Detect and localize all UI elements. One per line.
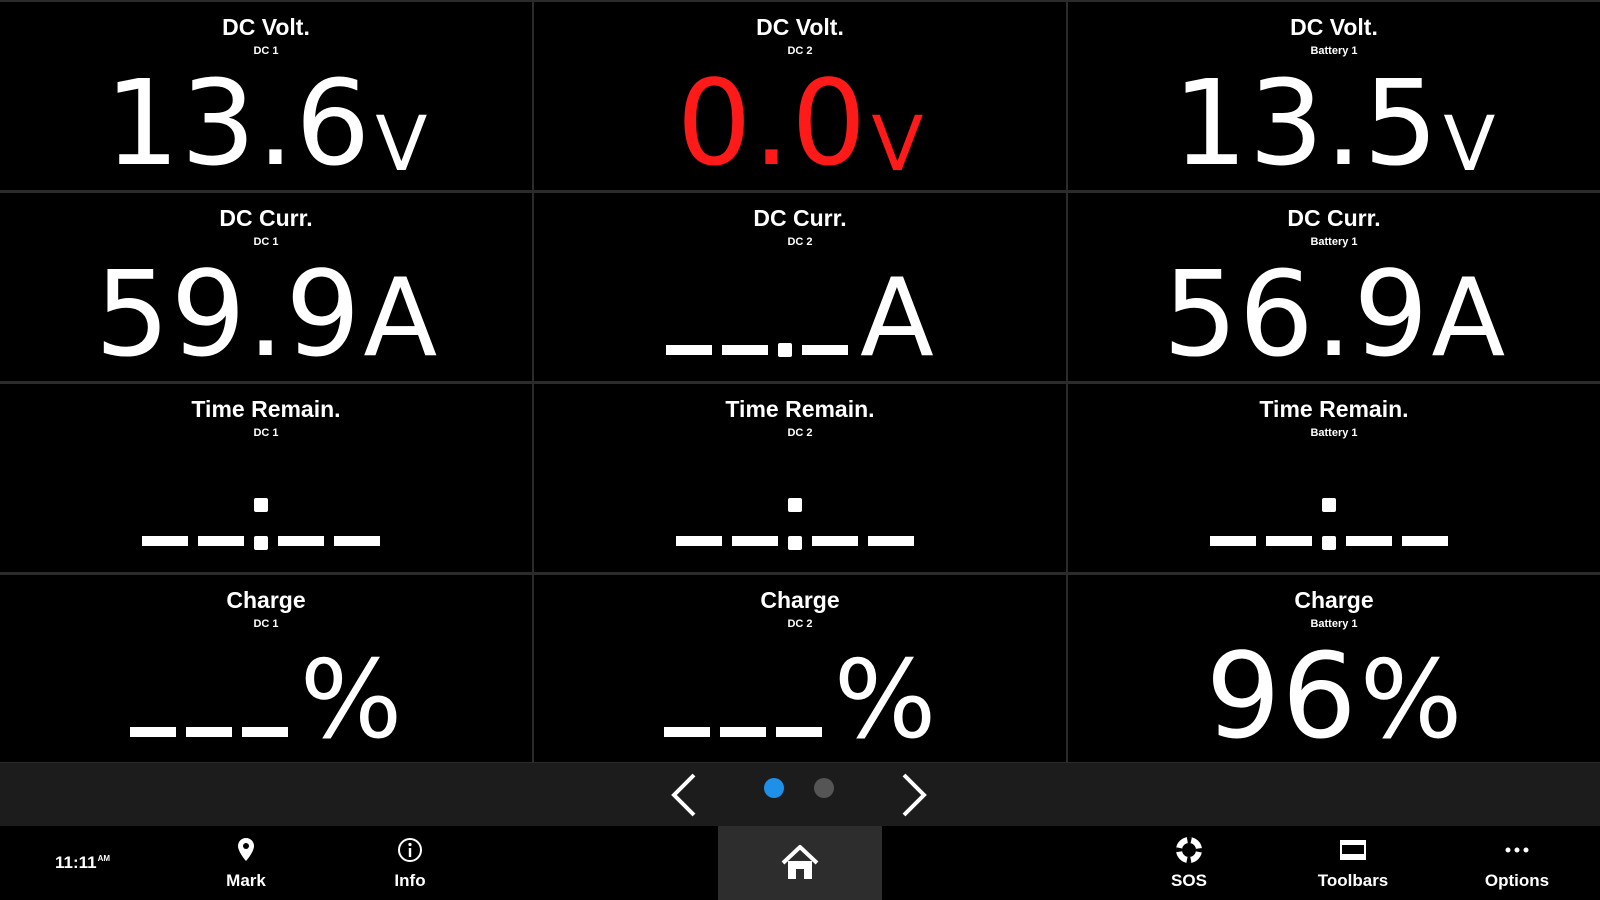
page-indicator-bar <box>0 763 1600 826</box>
cell-time-remain-dc1[interactable]: Time Remain. DC 1 <box>0 384 532 572</box>
reading-placeholder <box>142 464 390 564</box>
sos-label: SOS <box>1171 871 1207 890</box>
reading-placeholder <box>676 464 924 564</box>
reading-unit: V <box>871 99 924 188</box>
reading-unit: A <box>363 256 438 381</box>
cell-title: Time Remain. <box>725 396 875 422</box>
clock: 11:11AM <box>55 853 110 873</box>
cell-reading: % <box>534 627 1066 755</box>
cell-title: Charge <box>760 587 840 613</box>
reading-unit: % <box>833 638 937 762</box>
clock-ampm: AM <box>97 854 111 863</box>
options-button[interactable]: Options <box>1457 826 1577 900</box>
lifebuoy-icon <box>1129 836 1249 864</box>
cell-title: Time Remain. <box>1259 396 1409 422</box>
cell-charge-battery1[interactable]: Charge Battery 1 96 % <box>1068 575 1600 762</box>
cell-time-remain-dc2[interactable]: Time Remain. DC 2 <box>534 384 1066 572</box>
chevron-left-icon[interactable] <box>664 771 710 819</box>
cell-title: Time Remain. <box>191 396 341 422</box>
cell-title: Charge <box>226 587 306 613</box>
cell-reading: A <box>534 245 1066 373</box>
toolbars-button[interactable]: Toolbars <box>1293 826 1413 900</box>
reading-unit: % <box>299 638 403 762</box>
reading-placeholder <box>663 655 832 755</box>
reading-value: 0.0 <box>676 54 868 190</box>
cell-title: Charge <box>1294 587 1374 613</box>
reading-placeholder <box>1210 464 1458 564</box>
cell-dc-curr-battery1[interactable]: DC Curr. Battery 1 56.9 A <box>1068 193 1600 381</box>
mark-label: Mark <box>226 871 266 890</box>
reading-value: 56.9 <box>1162 245 1430 381</box>
cell-dc-volt-battery1[interactable]: DC Volt. Battery 1 13.5 V <box>1068 2 1600 190</box>
cell-reading <box>1068 436 1600 564</box>
info-button[interactable]: Info <box>350 826 470 900</box>
reading-placeholder <box>666 273 858 373</box>
reading-value: 59.9 <box>94 245 362 381</box>
home-icon <box>781 845 819 879</box>
reading-unit: A <box>860 256 934 381</box>
home-button[interactable] <box>718 826 882 900</box>
reading-value: 13.5 <box>1172 54 1440 190</box>
cell-charge-dc1[interactable]: Charge DC 1 % <box>0 575 532 762</box>
cell-dc-volt-dc2[interactable]: DC Volt. DC 2 0.0 V <box>534 2 1066 190</box>
mark-button[interactable]: Mark <box>186 826 306 900</box>
cell-reading <box>0 436 532 564</box>
reading-value: 13.6 <box>104 54 372 190</box>
reading-placeholder <box>129 655 298 755</box>
page-dot-active[interactable] <box>764 778 784 798</box>
cell-title: DC Curr. <box>1287 205 1381 231</box>
reading-value: 96 <box>1205 627 1358 762</box>
cell-title: DC Volt. <box>1290 14 1378 40</box>
cell-reading: % <box>0 627 532 755</box>
cell-reading: 59.9 A <box>0 245 532 373</box>
cell-dc-curr-dc1[interactable]: DC Curr. DC 1 59.9 A <box>0 193 532 381</box>
chevron-right-icon[interactable] <box>888 771 934 819</box>
cell-reading: 96 % <box>1068 627 1600 755</box>
cell-title: DC Volt. <box>756 14 844 40</box>
info-icon <box>350 836 470 864</box>
cell-title: DC Volt. <box>222 14 310 40</box>
clock-time: 11:11 <box>55 853 97 872</box>
toolbars-label: Toolbars <box>1317 871 1389 890</box>
cell-reading: 13.5 V <box>1068 54 1600 182</box>
sos-button[interactable]: SOS <box>1129 826 1249 900</box>
reading-unit: V <box>1443 99 1496 188</box>
info-label: Info <box>394 871 426 890</box>
reading-unit: V <box>375 99 428 188</box>
toolbars-icon <box>1293 836 1413 864</box>
map-pin-icon <box>186 836 306 864</box>
cell-dc-volt-dc1[interactable]: DC Volt. DC 1 13.6 V <box>0 2 532 190</box>
cell-reading: 13.6 V <box>0 54 532 182</box>
data-grid: DC Volt. DC 1 13.6 V DC Volt. DC 2 0.0 V… <box>0 0 1600 763</box>
cell-time-remain-battery1[interactable]: Time Remain. Battery 1 <box>1068 384 1600 572</box>
cell-reading: 0.0 V <box>534 54 1066 182</box>
more-dots-icon <box>1457 836 1577 864</box>
cell-dc-curr-dc2[interactable]: DC Curr. DC 2 A <box>534 193 1066 381</box>
cell-title: DC Curr. <box>219 205 313 231</box>
cell-reading: 56.9 A <box>1068 245 1600 373</box>
options-label: Options <box>1484 871 1550 890</box>
reading-unit: A <box>1431 256 1506 381</box>
cell-title: DC Curr. <box>753 205 847 231</box>
cell-charge-dc2[interactable]: Charge DC 2 % <box>534 575 1066 762</box>
cell-reading <box>534 436 1066 564</box>
bottom-navbar: 11:11AM Mark Info SOS Toolbars Options <box>0 826 1600 900</box>
page-dot-inactive[interactable] <box>814 778 834 798</box>
reading-unit: % <box>1359 638 1463 762</box>
